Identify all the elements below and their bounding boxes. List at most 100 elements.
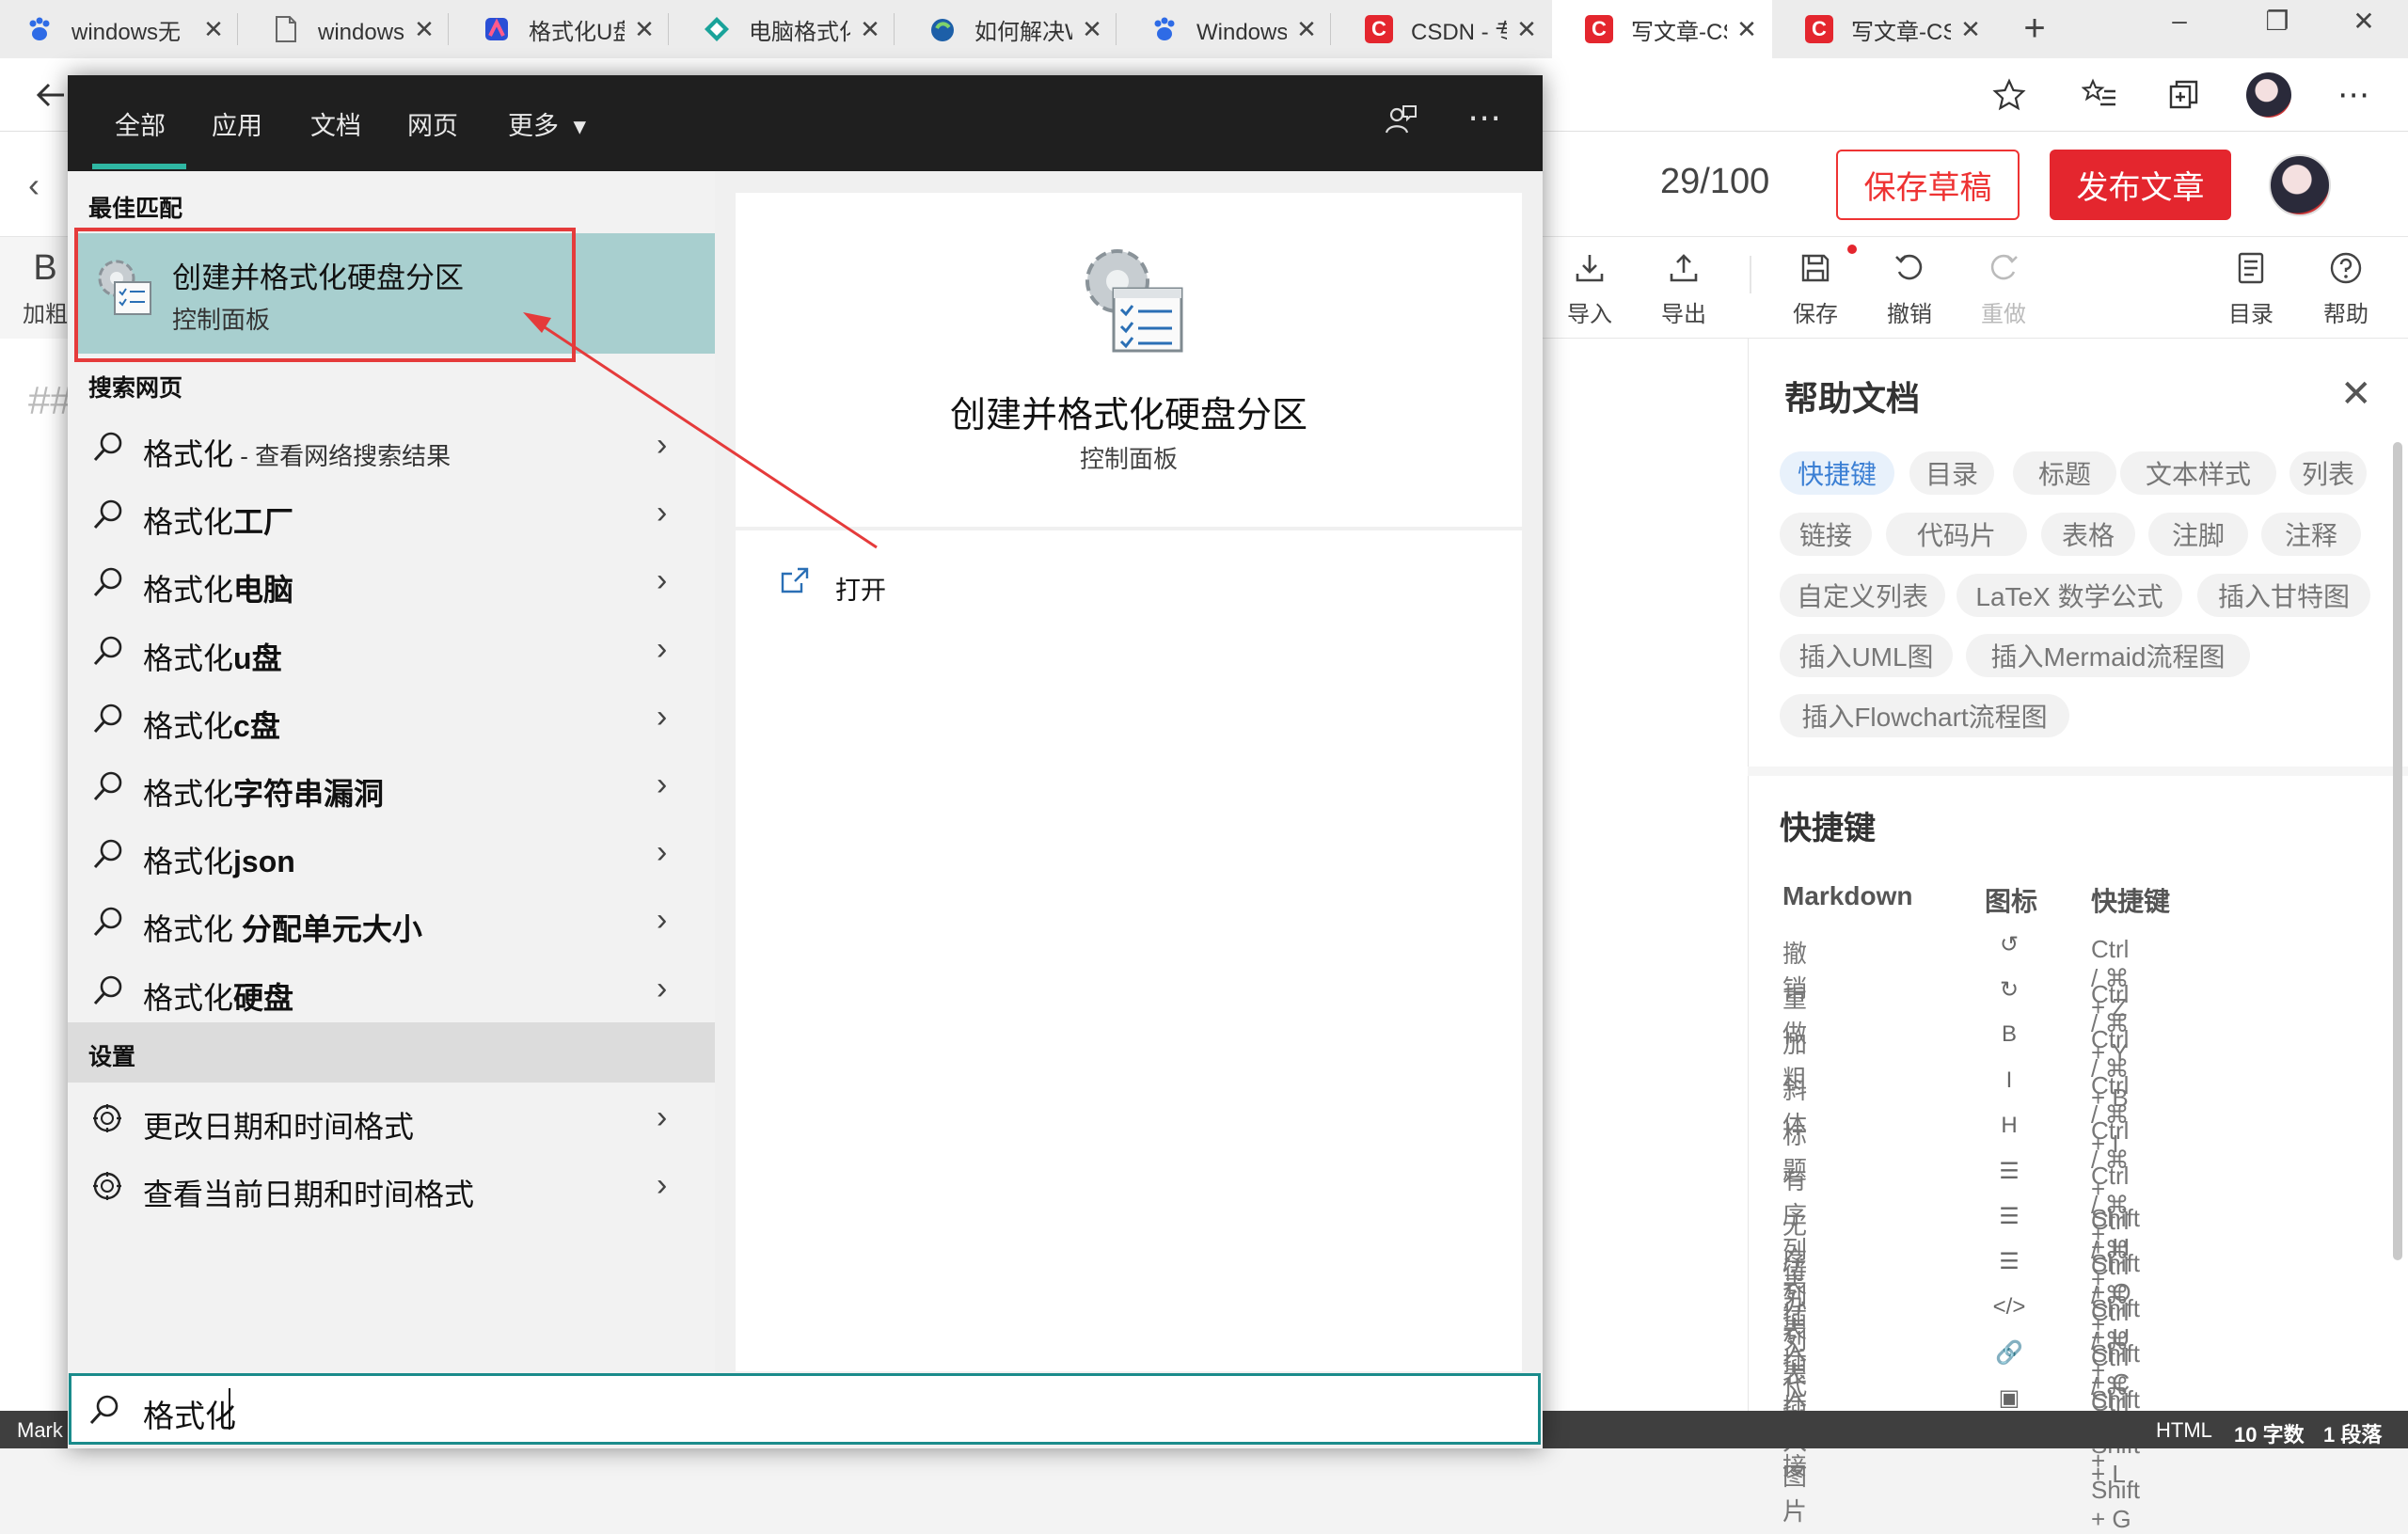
web-result-item[interactable]: 格式化json ›	[75, 821, 715, 889]
help-divider	[1748, 767, 2408, 776]
close-window-button[interactable]: ✕	[2331, 6, 2397, 37]
help-chip[interactable]: 文本样式	[2120, 451, 2276, 495]
more-options-icon[interactable]: ⋯	[1467, 98, 1501, 137]
web-result-item[interactable]: 格式化字符串漏洞 ›	[75, 753, 715, 821]
help-tool[interactable]: 帮助	[2308, 246, 2384, 328]
chevron-right-icon[interactable]: ›	[657, 1099, 667, 1136]
browser-tab[interactable]: 如何解决W✕	[895, 0, 1117, 58]
web-result-item[interactable]: 格式化c盘 ›	[75, 686, 715, 753]
toc-tool[interactable]: 目录	[2213, 246, 2289, 328]
search-icon	[90, 904, 126, 944]
redo-icon	[1990, 254, 2018, 280]
help-chip[interactable]: LaTeX 数学公式	[1956, 574, 2182, 617]
search-tab-more[interactable]: 更多 ▾	[508, 105, 586, 142]
favorites-button[interactable]	[2069, 58, 2130, 132]
search-tab-apps[interactable]: 应用	[212, 105, 262, 142]
browser-tab[interactable]: C 写文章-CS✕	[1772, 0, 1996, 58]
collections-button[interactable]	[2154, 58, 2214, 132]
chevron-right-icon[interactable]: ›	[657, 834, 667, 871]
shortcuts-title: 快捷键	[1780, 811, 1876, 846]
tab-close-icon[interactable]: ✕	[1292, 15, 1321, 44]
tab-close-icon[interactable]: ✕	[1733, 15, 1761, 44]
chevron-right-icon[interactable]: ›	[657, 631, 667, 668]
tab-close-icon[interactable]: ✕	[1078, 15, 1106, 44]
help-chip[interactable]: 自定义列表	[1780, 574, 1945, 617]
shortcut-icon: ☰	[1999, 1204, 2020, 1230]
browser-tab[interactable]: windows无✕	[0, 0, 239, 58]
settings-result-item[interactable]: 更改日期和时间格式 ›	[75, 1086, 715, 1154]
search-tab-all[interactable]: 全部	[115, 105, 166, 142]
browser-tab[interactable]: C CSDN - 专 ✕	[1332, 0, 1552, 58]
tab-close-icon[interactable]: ✕	[199, 15, 228, 44]
save-tool[interactable]: 保存	[1778, 245, 1857, 328]
undo-icon	[1895, 254, 1923, 280]
browser-tab[interactable]: 格式化U盘 ✕	[450, 0, 670, 58]
browser-tab[interactable]: 电脑格式化 ✕	[670, 0, 895, 58]
user-avatar[interactable]	[2269, 154, 2331, 216]
chevron-right-icon[interactable]: ›	[657, 767, 667, 803]
help-chip[interactable]: 链接	[1780, 513, 1872, 556]
settings-result-item[interactable]: 查看当前日期和时间格式 ›	[75, 1154, 715, 1222]
tab-close-icon[interactable]: ✕	[630, 15, 658, 44]
status-paragraph-count: 1 段落	[2323, 1423, 2383, 1447]
tab-close-icon[interactable]: ✕	[1513, 15, 1541, 44]
help-chip[interactable]: 快捷键	[1780, 451, 1894, 495]
export-tool[interactable]: 导出	[1646, 246, 1721, 328]
search-icon	[90, 497, 126, 537]
web-result-item[interactable]: 格式化电脑 ›	[75, 549, 715, 617]
chevron-right-icon[interactable]: ›	[657, 699, 667, 735]
search-tab-web[interactable]: 网页	[407, 105, 458, 142]
chevron-right-icon[interactable]: ›	[657, 1167, 667, 1204]
open-action-icon[interactable]	[779, 566, 811, 599]
help-panel-title: 帮助文档	[1784, 379, 1921, 418]
baidu-paw-icon	[1149, 14, 1180, 44]
help-chip[interactable]: 代码片	[1886, 513, 2027, 556]
help-panel	[1748, 339, 2408, 1411]
close-icon[interactable]: ✕	[2340, 372, 2372, 416]
redo-tool[interactable]: 重做	[1966, 246, 2041, 328]
restore-button[interactable]: ❐	[2244, 6, 2310, 37]
profile-avatar[interactable]	[2239, 58, 2299, 132]
help-chip[interactable]: 表格	[2041, 513, 2135, 556]
search-tab-documents[interactable]: 文档	[310, 105, 361, 142]
chevron-right-icon[interactable]: ›	[657, 562, 667, 599]
web-result-item[interactable]: 格式化 分配单元大小 ›	[75, 889, 715, 957]
favorite-star-button[interactable]	[1979, 58, 2039, 132]
chevron-right-icon[interactable]: ›	[657, 902, 667, 939]
collapse-arrow-icon[interactable]: ‹	[28, 166, 40, 205]
help-chip[interactable]: 插入Mermaid流程图	[1966, 634, 2250, 677]
col-header-shortcut: 快捷键	[2091, 887, 2171, 916]
web-result-text: 格式化json	[143, 845, 295, 879]
csdn-icon: C	[1804, 14, 1834, 44]
web-result-item[interactable]: 格式化u盘 ›	[75, 618, 715, 686]
more-menu-button[interactable]: ⋯	[2323, 58, 2384, 132]
help-chip[interactable]: 插入UML图	[1780, 634, 1953, 677]
new-tab-button[interactable]: +	[2013, 8, 2056, 50]
help-chip[interactable]: 目录	[1909, 451, 1994, 495]
browser-tab[interactable]: C 写文章-CS✕	[1552, 0, 1772, 58]
import-tool[interactable]: 导入	[1552, 246, 1627, 328]
undo-tool[interactable]: 撤销	[1872, 246, 1947, 328]
collections-icon	[2169, 80, 2198, 109]
help-chip[interactable]: 插入Flowchart流程图	[1780, 694, 2069, 737]
browser-tab[interactable]: Windows如✕	[1117, 0, 1332, 58]
browser-tab[interactable]: windows无✕	[239, 0, 450, 58]
save-draft-button[interactable]: 保存草稿	[1836, 150, 2020, 220]
help-scrollbar[interactable]	[2393, 442, 2402, 1260]
open-action-label[interactable]: 打开	[835, 570, 886, 607]
tab-close-icon[interactable]: ✕	[856, 15, 884, 44]
help-chip[interactable]: 标题	[2013, 451, 2116, 495]
chevron-right-icon[interactable]: ›	[657, 971, 667, 1007]
web-result-text: 格式化u盘	[143, 640, 282, 675]
help-chip[interactable]: 列表	[2289, 451, 2367, 495]
tab-close-icon[interactable]: ✕	[410, 15, 438, 44]
web-result-item[interactable]: 格式化硬盘 ›	[75, 957, 715, 1025]
help-chip[interactable]: 注脚	[2148, 513, 2248, 556]
publish-button[interactable]: 发布文章	[2050, 150, 2231, 220]
tab-close-icon[interactable]: ✕	[1956, 15, 1985, 44]
feedback-button[interactable]	[1383, 102, 1418, 142]
help-chip[interactable]: 注释	[2261, 513, 2361, 556]
help-chip[interactable]: 插入甘特图	[2197, 574, 2370, 617]
minimize-button[interactable]: –	[2147, 6, 2212, 36]
search-input[interactable]	[69, 1373, 1541, 1445]
